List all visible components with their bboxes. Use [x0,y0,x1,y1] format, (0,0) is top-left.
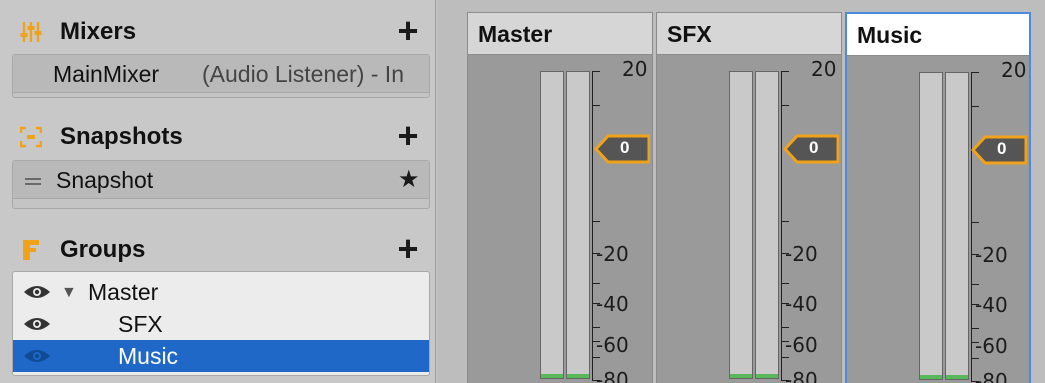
level-meter-right [945,72,969,380]
folder-icon [23,240,39,260]
meter-floor [541,374,563,378]
db-scale: 20 -20 -40 -60 -80 [781,59,841,383]
scale-label: -80 [975,369,1008,383]
db-scale: 20 -20 -40 -60 -80 [971,60,1031,383]
expand-triangle-icon[interactable]: ▼ [61,277,77,309]
group-label: Master [88,279,159,305]
scale-label: -40 [785,292,818,316]
add-group-button[interactable]: + [395,231,421,267]
scale-label: 20 [622,57,648,81]
group-label: SFX [118,311,163,337]
attenuation-handle[interactable]: 0 [782,134,840,164]
db-scale: 20 -20 -40 -60 -80 [592,59,652,383]
level-meter-left [919,72,943,380]
attenuation-value: 0 [620,138,630,157]
group-row-music[interactable]: Music [13,340,429,372]
eye-icon[interactable] [23,316,51,332]
meter-floor [567,374,589,378]
snapshots-header: Snapshots + [0,117,436,157]
scale-label: -20 [975,243,1008,267]
scale-label: -60 [975,334,1008,358]
meter-floor [756,374,778,378]
scale-label: -60 [596,333,629,357]
strip-music: Music 20 -20 -40 -60 -80 0 [845,12,1031,383]
sliders-icon [20,22,42,42]
meter-floor [920,375,942,379]
meter-floor [946,375,968,379]
snapshots-list: Snapshot ★ [12,160,430,209]
mixers-title: Mixers [60,18,137,45]
drag-handle-icon[interactable] [25,178,41,185]
level-meter-left [540,71,564,379]
scale-label: -60 [785,333,818,357]
meter-floor [730,374,752,378]
groups-header: Groups + [0,230,436,270]
star-icon[interactable]: ★ [398,162,420,198]
camera-bracket-icon [20,126,42,148]
add-mixer-button[interactable]: + [395,13,421,49]
attenuation-value: 0 [997,139,1007,158]
scale-label: -20 [596,242,629,266]
scale-label: -40 [975,293,1008,317]
scale-label: 20 [811,57,837,81]
mixers-header: Mixers + [0,12,436,52]
eye-icon[interactable] [23,284,51,300]
strip-sfx: SFX 20 -20 -40 -60 -80 0 [656,12,842,383]
mixers-list: MainMixer (Audio Listener) - In [12,54,430,98]
strip-title[interactable]: SFX [657,13,841,55]
audio-mixer-sidebar: Mixers + MainMixer (Audio Listener) - In… [0,0,436,383]
scale-label: -80 [596,368,629,383]
add-snapshot-button[interactable]: + [395,118,421,154]
scale-label: -40 [596,292,629,316]
attenuation-handle[interactable]: 0 [970,135,1028,165]
strip-master: Master 20 -20 -40 -60 -80 0 [467,12,653,383]
mixer-name: MainMixer [53,61,160,87]
level-meter-left [729,71,753,379]
attenuation-handle[interactable]: 0 [593,134,651,164]
group-label: Music [118,343,179,369]
snapshots-title: Snapshots [60,123,183,150]
list-item-snapshot[interactable]: Snapshot ★ [13,161,429,199]
group-row-sfx[interactable]: SFX [13,308,429,340]
scale-label: -20 [785,242,818,266]
groups-title: Groups [60,236,146,263]
list-item-mainmixer[interactable]: MainMixer (Audio Listener) - In [13,55,429,93]
mixer-listener: (Audio Listener) - In [202,61,404,87]
snapshot-name: Snapshot [56,167,154,193]
strip-title[interactable]: Master [468,13,652,55]
scale-label: -80 [785,368,818,383]
scale-label: 20 [1001,58,1027,82]
level-meter-right [566,71,590,379]
groups-tree: ▼ Master SFX Music [12,271,430,376]
level-meter-right [755,71,779,379]
attenuation-value: 0 [809,138,819,157]
mixer-strips-area: Master 20 -20 -40 -60 -80 0 SFX 20 -20 -… [437,0,1045,383]
eye-icon[interactable] [23,348,51,364]
group-row-master[interactable]: ▼ Master [13,276,429,308]
strip-title[interactable]: Music [847,14,1029,56]
